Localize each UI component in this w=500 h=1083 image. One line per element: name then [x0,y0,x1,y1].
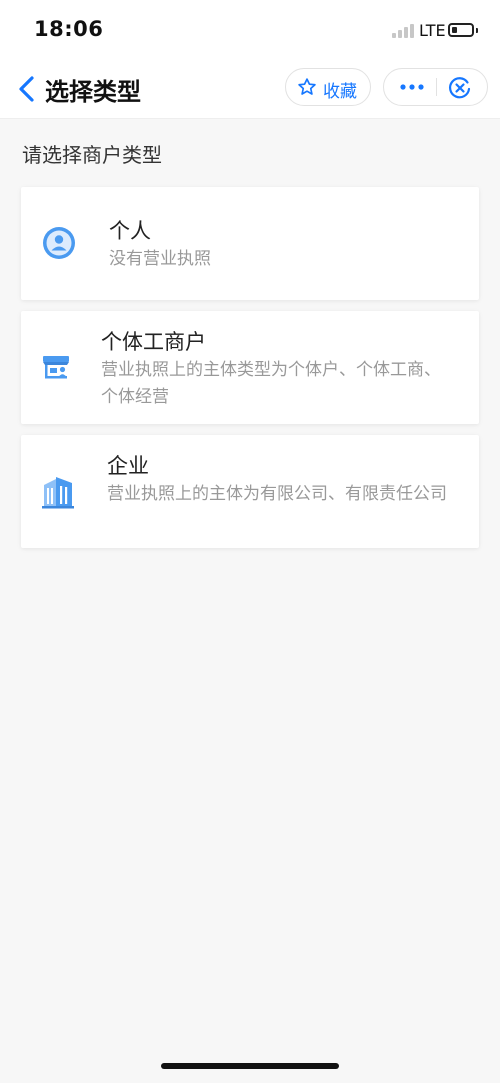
card-title: 企业 [107,454,149,478]
more-dots-icon[interactable] [399,77,425,97]
card-title: 个体工商户 [101,330,206,354]
card-description: 营业执照上的主体类型为个体户、个体工商、个体经营 [101,360,441,407]
merchant-type-card-enterprise[interactable]: 企业 营业执照上的主体为有限公司、有限责任公司 [21,435,479,548]
status-time: 18:06 [34,17,104,41]
card-description: 营业执照上的主体为有限公司、有限责任公司 [107,484,447,504]
signal-icon [392,24,416,38]
nav-bar: 选择类型 收藏 [0,60,500,119]
card-title: 个人 [109,219,151,243]
battery-icon [448,23,474,37]
star-icon [297,77,317,97]
battery-cap [476,28,478,33]
merchant-type-card-individual-business[interactable]: 个体工商户 营业执照上的主体类型为个体户、个体工商、个体经营 [21,311,479,424]
favorite-button[interactable]: 收藏 [285,68,371,106]
status-bar: 18:06 LTE [0,0,500,60]
storefront-icon [42,355,70,381]
card-description: 没有营业执照 [109,249,211,269]
capsule-divider [436,78,437,96]
building-icon [42,475,74,509]
favorite-label: 收藏 [323,82,357,102]
merchant-type-card-personal[interactable]: 个人 没有营业执照 [21,187,479,300]
section-title: 请选择商户类型 [22,143,162,167]
close-circle-icon[interactable] [448,76,472,100]
home-indicator [161,1063,339,1069]
network-type: LTE [419,21,446,40]
capsule-menu [383,68,488,106]
back-arrow-icon[interactable] [16,75,40,103]
page-title: 选择类型 [45,78,141,106]
person-icon [42,226,76,260]
